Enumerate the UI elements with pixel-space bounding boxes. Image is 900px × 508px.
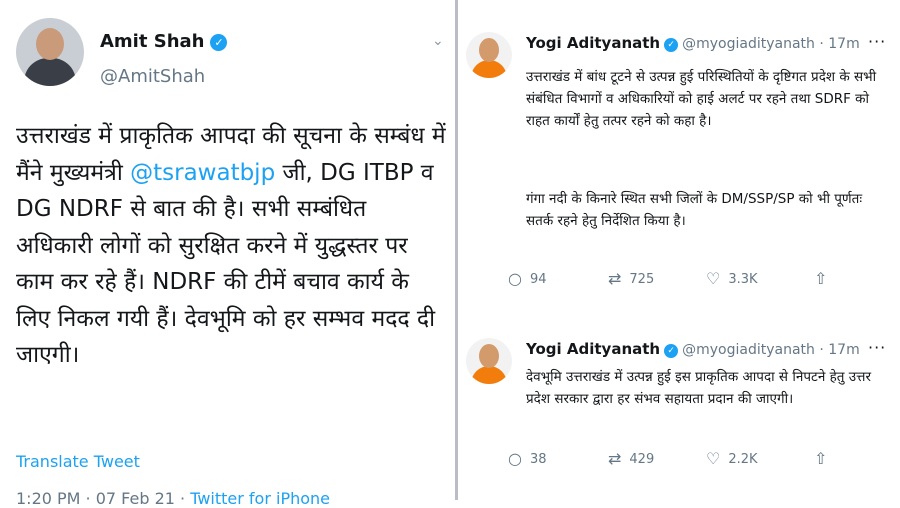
tweet-paragraph-1: उत्तराखंड में बांध टूटने से उत्पन्न हुई … [526,69,877,129]
tweet-actions: ○ 94 ⇄ 725 ♡ 3.3K ⇧ [508,269,838,289]
tweet-text: उत्तराखंड में प्राकृतिक आपदा की सूचना के… [16,118,448,374]
retweet-button[interactable]: ⇄ 725 [608,269,654,288]
share-icon: ⇧ [814,269,828,288]
author-name[interactable]: Amit Shah ✓ [100,31,228,52]
tweet-paragraph-2: गंगा नदी के किनारे स्थित सभी जिलों के DM… [526,191,863,229]
verified-badge-icon: ✓ [210,34,228,51]
retweet-count: 725 [629,272,655,287]
heart-icon: ♡ [706,269,721,288]
tweet-actions: ○ 38 ⇄ 429 ♡ 2.2K ⇧ [508,449,838,469]
left-tweet-panel: Amit Shah ✓ @AmitShah ⌄ उत्तराखंड में प्र… [0,0,455,508]
like-count: 3.3K [728,272,758,287]
author-name-text: Amit Shah [100,31,205,52]
more-options-icon[interactable]: ··· [868,32,886,51]
more-options-icon[interactable]: ··· [868,338,886,357]
yogi-avatar[interactable] [466,32,512,78]
reply-icon: ○ [508,449,522,468]
author-handle: @myogiadityanath · 17m [682,36,860,52]
tweet-card[interactable]: Yogi Adityanath ✓ @myogiadityanath · 17m ·… [458,22,900,322]
author-name[interactable]: Yogi Adityanath ✓ @myogiadityanath · 17m [526,34,860,52]
like-button[interactable]: ♡ 3.3K [706,269,758,288]
tweet-source-link[interactable]: Twitter for iPhone [190,489,330,508]
retweet-button[interactable]: ⇄ 429 [608,449,654,468]
tweet-meta: 1:20 PM · 07 Feb 21 · Twitter for iPhone [16,489,330,508]
tweet-paragraph-1: देवभूमि उत्तराखंड में उत्पन्न हुई इस प्र… [526,369,871,407]
retweet-icon: ⇄ [608,269,622,288]
like-count: 2.2K [728,452,758,467]
amit-shah-avatar[interactable] [16,18,84,86]
share-button[interactable]: ⇧ [814,449,835,468]
yogi-avatar[interactable] [466,338,512,384]
reply-count: 38 [529,452,547,467]
author-name[interactable]: Yogi Adityanath ✓ @myogiadityanath · 17m [526,340,860,358]
retweet-icon: ⇄ [608,449,622,468]
reply-button[interactable]: ○ 38 [508,449,547,468]
avatar-face-shape [479,344,499,368]
mention-link[interactable]: @tsrawatbjp [130,160,275,186]
like-button[interactable]: ♡ 2.2K [706,449,758,468]
tweet-card[interactable]: Yogi Adityanath ✓ @myogiadityanath · 17m ·… [458,328,900,500]
tweet-timestamp: 1:20 PM · 07 Feb 21 · [16,489,191,508]
right-tweets-panel: Yogi Adityanath ✓ @myogiadityanath · 17m ·… [458,0,900,500]
avatar-robe-shape [471,366,507,384]
avatar-robe-shape [471,60,507,78]
verified-badge-icon: ✓ [664,38,679,52]
tweet-text-part2: जी, DG ITBP व DG NDRF से बात की है। सभी … [16,159,436,369]
avatar-face-shape [479,38,499,62]
reply-icon: ○ [508,269,522,288]
reply-button[interactable]: ○ 94 [508,269,547,288]
retweet-count: 429 [629,452,655,467]
translate-tweet-link[interactable]: Translate Tweet [16,452,140,471]
share-button[interactable]: ⇧ [814,269,835,288]
heart-icon: ♡ [706,449,721,468]
author-handle: @myogiadityanath · 17m [682,342,860,358]
avatar-face-shape [36,28,64,60]
reply-count: 94 [529,272,547,287]
avatar-suit-shape [24,58,76,86]
author-name-text: Yogi Adityanath [526,34,661,52]
share-icon: ⇧ [814,449,828,468]
verified-badge-icon: ✓ [664,344,679,358]
author-name-text: Yogi Adityanath [526,340,661,358]
chevron-down-icon[interactable]: ⌄ [432,33,444,49]
author-handle[interactable]: @AmitShah [100,66,205,87]
